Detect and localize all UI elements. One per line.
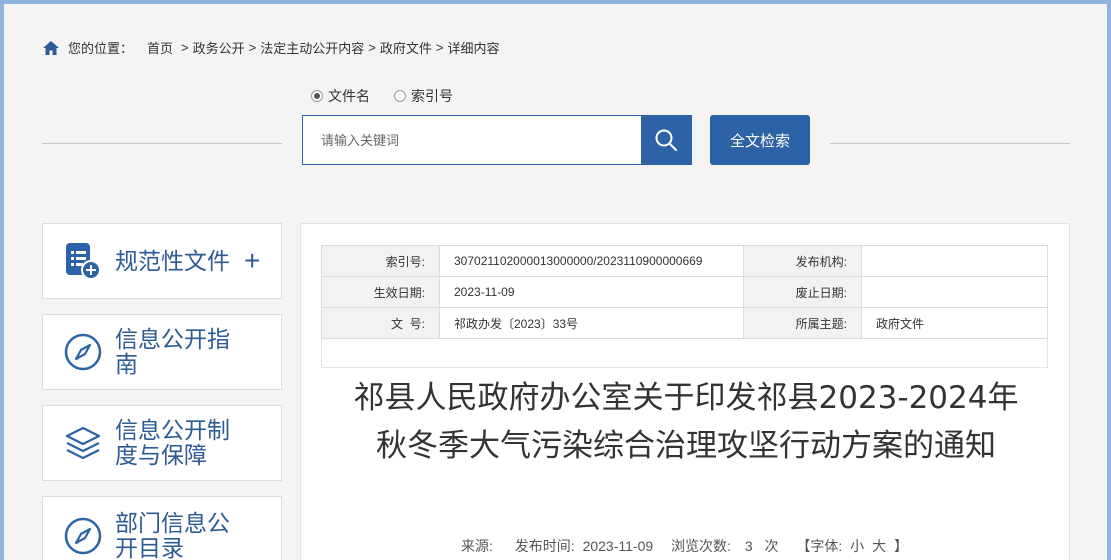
sidebar-item-normative-docs[interactable]: 规范性文件 + <box>42 223 282 299</box>
metadata-empty-row <box>321 338 1048 368</box>
label-line: 信息公开指 <box>115 326 230 352</box>
layers-icon <box>65 426 101 460</box>
sidebar-item-dept-catalog[interactable]: 部门信息公 开目录 <box>42 496 282 560</box>
fulltext-search-button[interactable]: 全文检索 <box>710 115 810 165</box>
radio-dot[interactable] <box>394 90 406 102</box>
label-line: 信息公开制 <box>115 417 230 443</box>
index-no-value: 307021102000013000000/2023110900000669 <box>439 245 744 277</box>
breadcrumb-gov-docs[interactable]: 政府文件 <box>380 38 432 57</box>
source-label: 来源: <box>461 538 493 554</box>
sidebar-item-disclosure-system[interactable]: 信息公开制 度与保障 <box>42 405 282 481</box>
article-panel: 索引号: 307021102000013000000/2023110900000… <box>300 223 1070 560</box>
breadcrumb-separator: > <box>181 40 189 55</box>
breadcrumb-label: 您的位置： <box>68 41 134 56</box>
label-line: 度与保障 <box>115 442 207 468</box>
doc-no-label: 文 号: <box>321 307 440 339</box>
search-button[interactable] <box>641 116 691 164</box>
search-box <box>302 115 692 165</box>
radio-filename-label: 文件名 <box>328 88 370 104</box>
publish-date-value: 2023-11-09 <box>582 538 654 554</box>
table-row: 生效日期: 2023-11-09 废止日期: <box>321 276 1048 308</box>
search-icon <box>655 129 678 152</box>
radio-dot-checked[interactable] <box>311 90 323 102</box>
table-row: 索引号: 307021102000013000000/2023110900000… <box>321 245 1048 277</box>
metadata-table: 索引号: 307021102000013000000/2023110900000… <box>321 245 1048 339</box>
radio-index-no-label: 索引号 <box>411 88 453 104</box>
effective-date-label: 生效日期: <box>321 276 440 308</box>
sidebar-item-label: 规范性文件 <box>115 247 230 274</box>
search-type-group: 文件名 索引号 <box>311 86 477 106</box>
publisher-label: 发布机构: <box>743 245 862 277</box>
radio-index-no[interactable]: 索引号 <box>394 86 453 106</box>
label-line: 南 <box>115 351 138 377</box>
breadcrumb-statutory-content[interactable]: 法定主动公开内容 <box>260 38 364 57</box>
breadcrumb-separator: > <box>435 40 444 55</box>
publish-date-label: 发布时间: <box>514 538 575 554</box>
topic-value: 政府文件 <box>861 307 1048 339</box>
compass-icon <box>64 333 102 371</box>
sidebar-item-disclosure-guide[interactable]: 信息公开指 南 <box>42 314 282 390</box>
radio-filename[interactable]: 文件名 <box>311 86 370 106</box>
divider-right <box>830 143 1070 144</box>
sidebar-item-label: 部门信息公 开目录 <box>115 511 230 560</box>
sidebar-item-label: 信息公开指 南 <box>115 327 230 377</box>
views-label: 浏览次数: <box>671 538 731 554</box>
views-unit: 次 <box>764 538 779 554</box>
breadcrumb-gov-affairs[interactable]: 政务公开 <box>193 38 245 57</box>
font-size-close: 】 <box>893 538 908 554</box>
doc-no-value: 祁政办发〔2023〕33号 <box>439 307 744 339</box>
sidebar-item-label: 信息公开制 度与保障 <box>115 418 230 468</box>
compass-icon <box>64 517 102 555</box>
breadcrumb-separator: > <box>248 40 257 55</box>
breadcrumb-current: 详细内容 <box>447 41 500 56</box>
font-big-button[interactable]: 大 <box>872 538 886 554</box>
breadcrumb-separator: > <box>368 40 376 55</box>
label-line: 部门信息公 <box>115 510 230 536</box>
expand-plus-icon[interactable]: + <box>244 245 260 277</box>
document-plus-icon <box>66 243 101 280</box>
abolish-date-label: 废止日期: <box>743 276 862 308</box>
divider-left <box>42 143 282 144</box>
home-icon[interactable] <box>42 40 60 56</box>
search-input[interactable] <box>303 116 641 164</box>
topic-label: 所属主题: <box>743 307 862 339</box>
table-row: 文 号: 祁政办发〔2023〕33号 所属主题: 政府文件 <box>321 307 1048 339</box>
publisher-value <box>861 245 1048 277</box>
font-small-button[interactable]: 小 <box>850 538 864 554</box>
views-count: 3 <box>744 538 753 554</box>
page-title: 祁县人民政府办公室关于印发祁县2023-2024年秋冬季大气污染综合治理攻坚行动… <box>353 380 1019 464</box>
breadcrumb-home[interactable]: 首页 <box>147 38 173 57</box>
font-size-label: 【字体: <box>796 538 843 554</box>
index-no-label: 索引号: <box>321 245 440 277</box>
abolish-date-value <box>861 276 1048 308</box>
label-line: 开目录 <box>115 535 184 560</box>
article-info: 来源: 发布时间: 2023-11-09 浏览次数: 3 次 【字体: 小 大 … <box>461 536 912 556</box>
breadcrumb: 您的位置： 首页 > 政务公开 > 法定主动公开内容 > 政府文件 > 详细内容 <box>42 38 499 57</box>
effective-date-value: 2023-11-09 <box>439 276 744 308</box>
